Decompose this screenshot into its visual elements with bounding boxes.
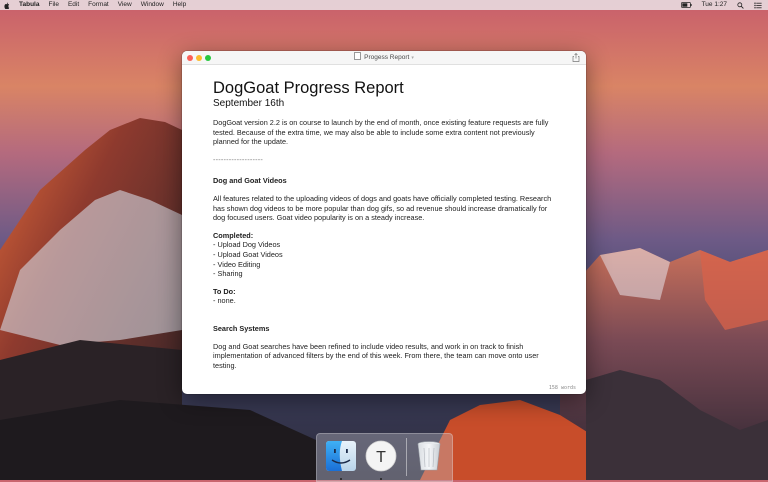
menu-bar: Tabula File Edit Format View Window Help… bbox=[0, 0, 768, 10]
app-menu[interactable]: Tabula bbox=[19, 0, 39, 10]
share-icon[interactable] bbox=[572, 53, 580, 62]
menu-window[interactable]: Window bbox=[141, 0, 164, 10]
trash-icon[interactable] bbox=[412, 439, 446, 473]
list-item: - Upload Goat Videos bbox=[213, 249, 283, 259]
menu-view[interactable]: View bbox=[118, 0, 132, 10]
document-date: September 16th bbox=[213, 98, 285, 109]
divider-text: ------------------- bbox=[213, 154, 263, 164]
list-item: - none. bbox=[213, 296, 236, 306]
menu-file[interactable]: File bbox=[48, 0, 58, 10]
svg-text:T: T bbox=[376, 449, 386, 466]
menu-format[interactable]: Format bbox=[88, 0, 109, 10]
finder-icon[interactable] bbox=[324, 439, 358, 473]
section-heading-videos: Dog and Goat Videos bbox=[213, 176, 287, 186]
section-body-videos: All features related to the uploading vi… bbox=[213, 193, 552, 223]
list-item: - Upload Dog Videos bbox=[213, 240, 281, 250]
window-title[interactable]: Progess Report ▾ bbox=[182, 51, 586, 65]
section-body-search: Dog and Goat searches have been refined … bbox=[213, 341, 539, 370]
tabula-icon[interactable]: T bbox=[364, 439, 398, 473]
apple-menu-icon[interactable] bbox=[4, 2, 10, 9]
list-item: - Sharing bbox=[213, 269, 243, 279]
section-heading-search: Search Systems bbox=[213, 323, 270, 333]
menu-edit[interactable]: Edit bbox=[68, 0, 79, 10]
todo-label: To Do: bbox=[213, 286, 236, 296]
completed-label: Completed: bbox=[213, 230, 254, 240]
document-body[interactable]: DogGoat Progress Report September 16th D… bbox=[213, 79, 557, 370]
chevron-down-icon: ▾ bbox=[411, 55, 414, 61]
document-icon bbox=[354, 52, 362, 60]
intro-paragraph: DogGoat version 2.2 is on course to laun… bbox=[213, 118, 549, 147]
window-title-text: Progess Report bbox=[364, 54, 410, 61]
word-count: 158 words bbox=[548, 385, 576, 391]
document-title: DogGoat Progress Report bbox=[213, 79, 404, 97]
document-window: Progess Report ▾ DogGoat Progress Report … bbox=[182, 51, 586, 394]
dock-separator bbox=[406, 438, 407, 476]
todo-list: - none. bbox=[213, 296, 557, 306]
spotlight-search-icon[interactable] bbox=[737, 1, 744, 9]
completed-list: - Upload Dog Videos - Upload Goat Videos… bbox=[213, 240, 557, 278]
notification-center-icon[interactable] bbox=[754, 2, 762, 9]
dock: T bbox=[316, 433, 453, 482]
window-titlebar[interactable]: Progess Report ▾ bbox=[182, 51, 586, 65]
menu-help[interactable]: Help bbox=[173, 0, 186, 10]
menubar-clock[interactable]: Tue 1:27 bbox=[702, 0, 727, 10]
list-item: - Video Editing bbox=[213, 259, 261, 269]
battery-icon[interactable] bbox=[680, 2, 692, 8]
